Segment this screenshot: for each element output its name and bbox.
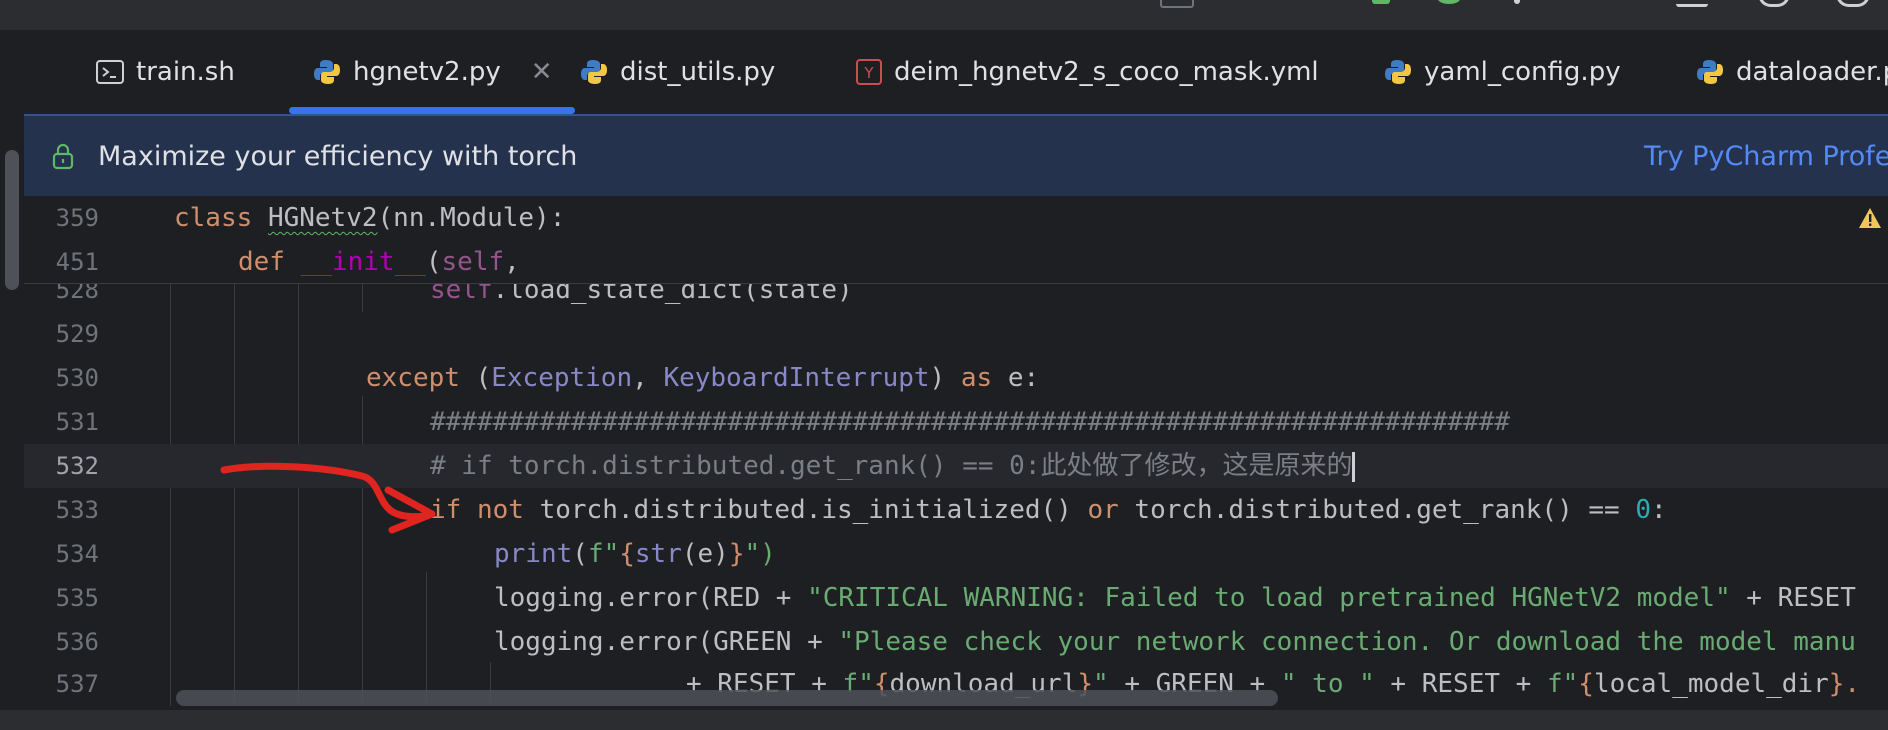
horizontal-scrollbar[interactable] xyxy=(176,690,1278,706)
red-arrow-annotation xyxy=(220,462,436,534)
status-bar xyxy=(0,710,1888,730)
